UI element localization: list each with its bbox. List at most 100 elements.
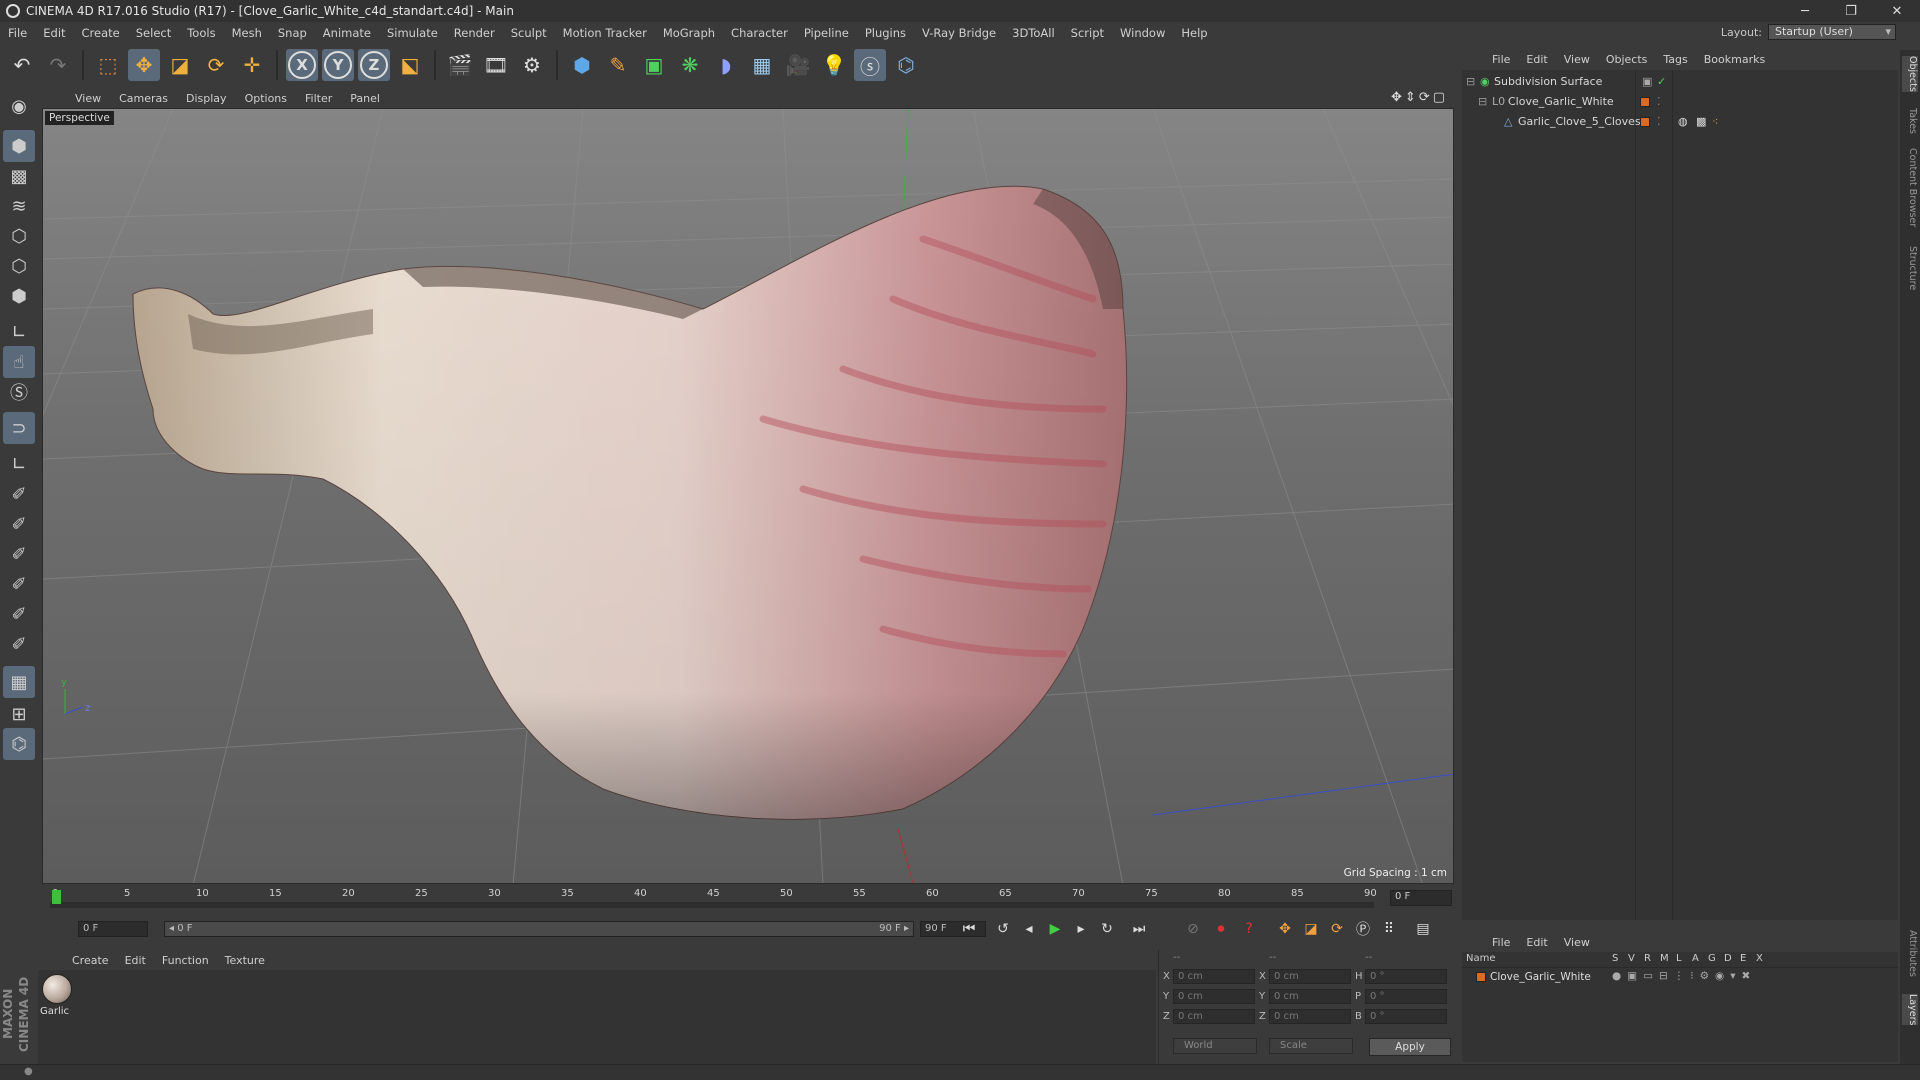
object-menu-view[interactable]: View <box>1556 53 1598 66</box>
size-mode-dropdown[interactable]: Scale <box>1269 1038 1353 1054</box>
pen-spline-icon[interactable]: ✎ <box>602 49 634 81</box>
material-preview-thumbnail[interactable] <box>42 974 72 1004</box>
points-mode-icon[interactable]: ⬡ <box>3 220 35 252</box>
menu-edit[interactable]: Edit <box>35 26 73 40</box>
key-scale-icon[interactable]: ◪ <box>1300 918 1322 940</box>
autokey-icon[interactable]: ? <box>1238 918 1260 940</box>
uv-grid-icon[interactable]: ▦ <box>3 666 35 698</box>
record-active-icon[interactable]: ⏺ <box>1210 918 1232 940</box>
object-name[interactable]: Subdivision Surface <box>1494 75 1602 88</box>
layer-row[interactable]: Clove_Garlic_White ●▣▭⊟⋮⁝⚙◉▾✖ <box>1462 970 1898 987</box>
side-tab-structure[interactable]: Structure <box>1902 246 1918 290</box>
next-key-icon[interactable]: ↻ <box>1096 918 1118 940</box>
coord-size-z-field[interactable]: 0 cm <box>1269 1009 1351 1024</box>
menu-mograph[interactable]: MoGraph <box>655 26 723 40</box>
render-view-icon[interactable]: 🎬 <box>444 49 476 81</box>
viewport-menu-cameras[interactable]: Cameras <box>110 92 177 105</box>
next-frame-icon[interactable]: ▸ <box>1070 918 1092 940</box>
object-name[interactable]: Garlic_Clove_5_Cloves <box>1518 115 1641 128</box>
layer-menu-view[interactable]: View <box>1556 936 1598 949</box>
edges-mode-icon[interactable]: ⬡ <box>3 250 35 282</box>
key-position-icon[interactable]: ✥ <box>1274 918 1296 940</box>
render-picture-viewer-icon[interactable]: 🎞 <box>480 49 512 81</box>
rotate-tool-icon[interactable]: ⟳ <box>200 49 232 81</box>
menu-pipeline[interactable]: Pipeline <box>796 26 857 40</box>
timeline-playhead[interactable] <box>52 890 61 904</box>
mograph-cloner-icon[interactable]: ❋ <box>674 49 706 81</box>
magnet-icon[interactable]: ⊃ <box>3 412 35 444</box>
menu-character[interactable]: Character <box>723 26 796 40</box>
range-slider[interactable]: ◂ 0 F 90 F ▸ <box>164 921 914 937</box>
scale-tool-icon[interactable]: ◪ <box>164 49 196 81</box>
motion-record-icon[interactable]: ⊘ <box>1182 918 1204 940</box>
layer-color-swatch[interactable] <box>1640 97 1650 107</box>
phong-tag-icon[interactable]: ⁖ <box>1712 115 1718 128</box>
menu-simulate[interactable]: Simulate <box>379 26 446 40</box>
menu-sculpt[interactable]: Sculpt <box>503 26 555 40</box>
viewport-menu-filter[interactable]: Filter <box>296 92 341 105</box>
layer-color-swatch[interactable] <box>1640 117 1650 127</box>
menu-mesh[interactable]: Mesh <box>224 26 270 40</box>
menu-create[interactable]: Create <box>74 26 128 40</box>
coord-pos-y-field[interactable]: 0 cm <box>1173 989 1255 1004</box>
layer-color-swatch[interactable] <box>1476 972 1486 982</box>
layer-toggle-icons[interactable]: ●▣▭⊟⋮⁝⚙◉▾✖ <box>1612 970 1756 982</box>
collapse-toggle-icon[interactable]: ⊟ <box>1478 95 1487 108</box>
side-tab-objects[interactable]: Objects <box>1902 56 1918 92</box>
side-tab-layers[interactable]: Layers <box>1902 994 1918 1026</box>
menu-help[interactable]: Help <box>1173 26 1215 40</box>
key-pla-icon[interactable]: ⠿ <box>1378 918 1400 940</box>
menu-snap[interactable]: Snap <box>270 26 315 40</box>
menu-tools[interactable]: Tools <box>179 26 223 40</box>
current-frame-field[interactable]: 0 F <box>1390 890 1452 906</box>
axis-mode-icon[interactable]: ∟ <box>3 316 35 348</box>
apply-button[interactable]: Apply <box>1369 1038 1451 1056</box>
object-menu-tags[interactable]: Tags <box>1655 53 1695 66</box>
viewport-menu-options[interactable]: Options <box>236 92 296 105</box>
material-menu-texture[interactable]: Texture <box>217 954 273 967</box>
redo-icon[interactable]: ↷ <box>42 49 74 81</box>
object-name[interactable]: Clove_Garlic_White <box>1508 95 1614 108</box>
tree-row-subdivision-surface[interactable]: ⊟ ◉ Subdivision Surface ▣ ✓ <box>1462 72 1898 91</box>
editor-visibility-icon[interactable]: ▣ <box>1642 75 1652 88</box>
move-tool-icon[interactable]: ✥ <box>128 49 160 81</box>
viewport-menu-panel[interactable]: Panel <box>341 92 389 105</box>
enabled-check-icon[interactable]: ✓ <box>1657 75 1666 88</box>
menu-render[interactable]: Render <box>446 26 503 40</box>
viewport-menu-view[interactable]: View <box>66 92 110 105</box>
previous-frame-icon[interactable]: ◂ <box>1018 918 1040 940</box>
light-icon[interactable]: 💡 <box>818 49 850 81</box>
visibility-dots-icon[interactable]: ⁚ <box>1657 115 1661 128</box>
layer-menu-edit[interactable]: Edit <box>1518 936 1555 949</box>
object-menu-edit[interactable]: Edit <box>1518 53 1555 66</box>
menu-file[interactable]: File <box>0 26 35 40</box>
live-selection-icon[interactable]: ⬚ <box>92 49 124 81</box>
menu-plugins[interactable]: Plugins <box>857 26 914 40</box>
cube-primitive-icon[interactable]: ⬢ <box>566 49 598 81</box>
coord-rot-h-field[interactable]: 0 ° <box>1365 969 1447 984</box>
menu-animate[interactable]: Animate <box>315 26 379 40</box>
uvw-tag-icon[interactable]: ▩ <box>1696 115 1706 128</box>
camera-icon[interactable]: 🎥 <box>782 49 814 81</box>
goto-end-icon[interactable]: ⏭ <box>1128 918 1150 940</box>
tree-row-clove-garlic-white[interactable]: ⊟ L0 Clove_Garlic_White ⁚ <box>1462 92 1898 111</box>
visibility-dots-icon[interactable]: ⁚ <box>1657 95 1661 108</box>
layer-name[interactable]: Clove_Garlic_White <box>1490 971 1591 983</box>
material-tag-icon[interactable]: ◍ <box>1678 115 1688 128</box>
workplane-icon[interactable]: ≋ <box>3 190 35 222</box>
tree-row-garlic-clove-5-cloves[interactable]: △ Garlic_Clove_5_Cloves ⁚ ◍ ▩ ⁖ <box>1462 112 1898 131</box>
material-menu-function[interactable]: Function <box>154 954 217 967</box>
menu-script[interactable]: Script <box>1063 26 1112 40</box>
side-tab-attributes[interactable]: Attributes <box>1902 930 1918 977</box>
coord-size-y-field[interactable]: 0 cm <box>1269 989 1351 1004</box>
transform-tool-icon[interactable]: ✛ <box>236 49 268 81</box>
brush-tool-3-icon[interactable]: ✐ <box>3 538 35 570</box>
snap-icon[interactable]: Ⓢ <box>3 376 35 408</box>
menu-vray-bridge[interactable]: V-Ray Bridge <box>914 26 1004 40</box>
viewport-navigation-icons[interactable]: ✥⇕⟳▢ <box>1391 90 1448 105</box>
texture-mode-icon[interactable]: ▩ <box>3 160 35 192</box>
layout-dropdown[interactable]: Startup (User) <box>1768 24 1896 40</box>
timeline-ruler[interactable]: 0 5 10 15 20 25 30 35 40 45 50 55 60 65 … <box>42 886 1454 910</box>
brush-tool-5-icon[interactable]: ✐ <box>3 598 35 630</box>
object-menu-bookmarks[interactable]: Bookmarks <box>1696 53 1773 66</box>
